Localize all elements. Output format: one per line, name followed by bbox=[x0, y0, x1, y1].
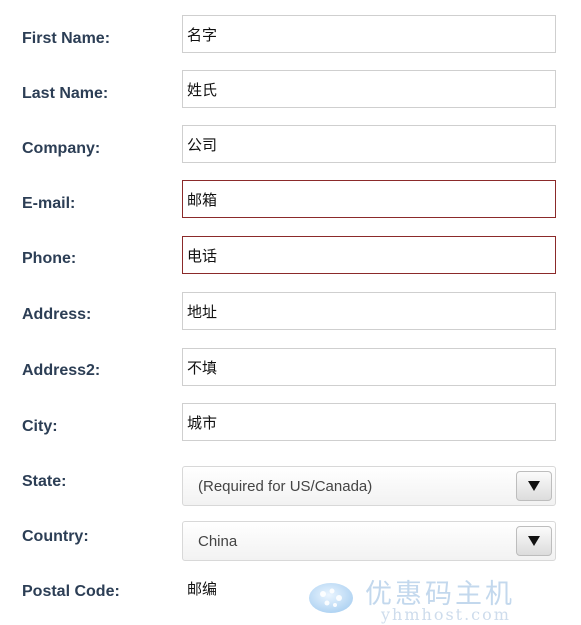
email-field[interactable]: 邮箱 bbox=[182, 180, 556, 218]
postal-code-label: Postal Code: bbox=[22, 583, 120, 600]
city-field[interactable]: 城市 bbox=[182, 403, 556, 441]
first-name-label: First Name: bbox=[22, 30, 111, 47]
first-name-field[interactable]: 名字 bbox=[182, 15, 556, 53]
email-label: E-mail: bbox=[22, 195, 76, 212]
country-label: Country: bbox=[22, 528, 89, 545]
city-label: City: bbox=[22, 418, 58, 435]
address2-field[interactable]: 不填 bbox=[182, 348, 556, 386]
postal-code-field[interactable]: 邮编 bbox=[182, 569, 556, 607]
chevron-down-icon bbox=[528, 536, 540, 546]
state-label: State: bbox=[22, 473, 67, 490]
country-select[interactable]: China bbox=[182, 521, 556, 561]
country-select-value: China bbox=[198, 532, 238, 550]
company-field[interactable]: 公司 bbox=[182, 125, 556, 163]
state-select-value: (Required for US/Canada) bbox=[198, 477, 373, 495]
address-label: Address: bbox=[22, 306, 92, 323]
last-name-field[interactable]: 姓氏 bbox=[182, 70, 556, 108]
chevron-down-icon bbox=[528, 481, 540, 491]
state-select[interactable]: (Required for US/Canada) bbox=[182, 466, 556, 506]
phone-label: Phone: bbox=[22, 250, 77, 267]
address2-label: Address2: bbox=[22, 362, 101, 379]
phone-field[interactable]: 电话 bbox=[182, 236, 556, 274]
company-label: Company: bbox=[22, 140, 101, 157]
address-field[interactable]: 地址 bbox=[182, 292, 556, 330]
watermark-url: yhmhost.com bbox=[381, 605, 511, 624]
state-dropdown-button[interactable] bbox=[516, 471, 552, 501]
last-name-label: Last Name: bbox=[22, 85, 109, 102]
country-dropdown-button[interactable] bbox=[516, 526, 552, 556]
